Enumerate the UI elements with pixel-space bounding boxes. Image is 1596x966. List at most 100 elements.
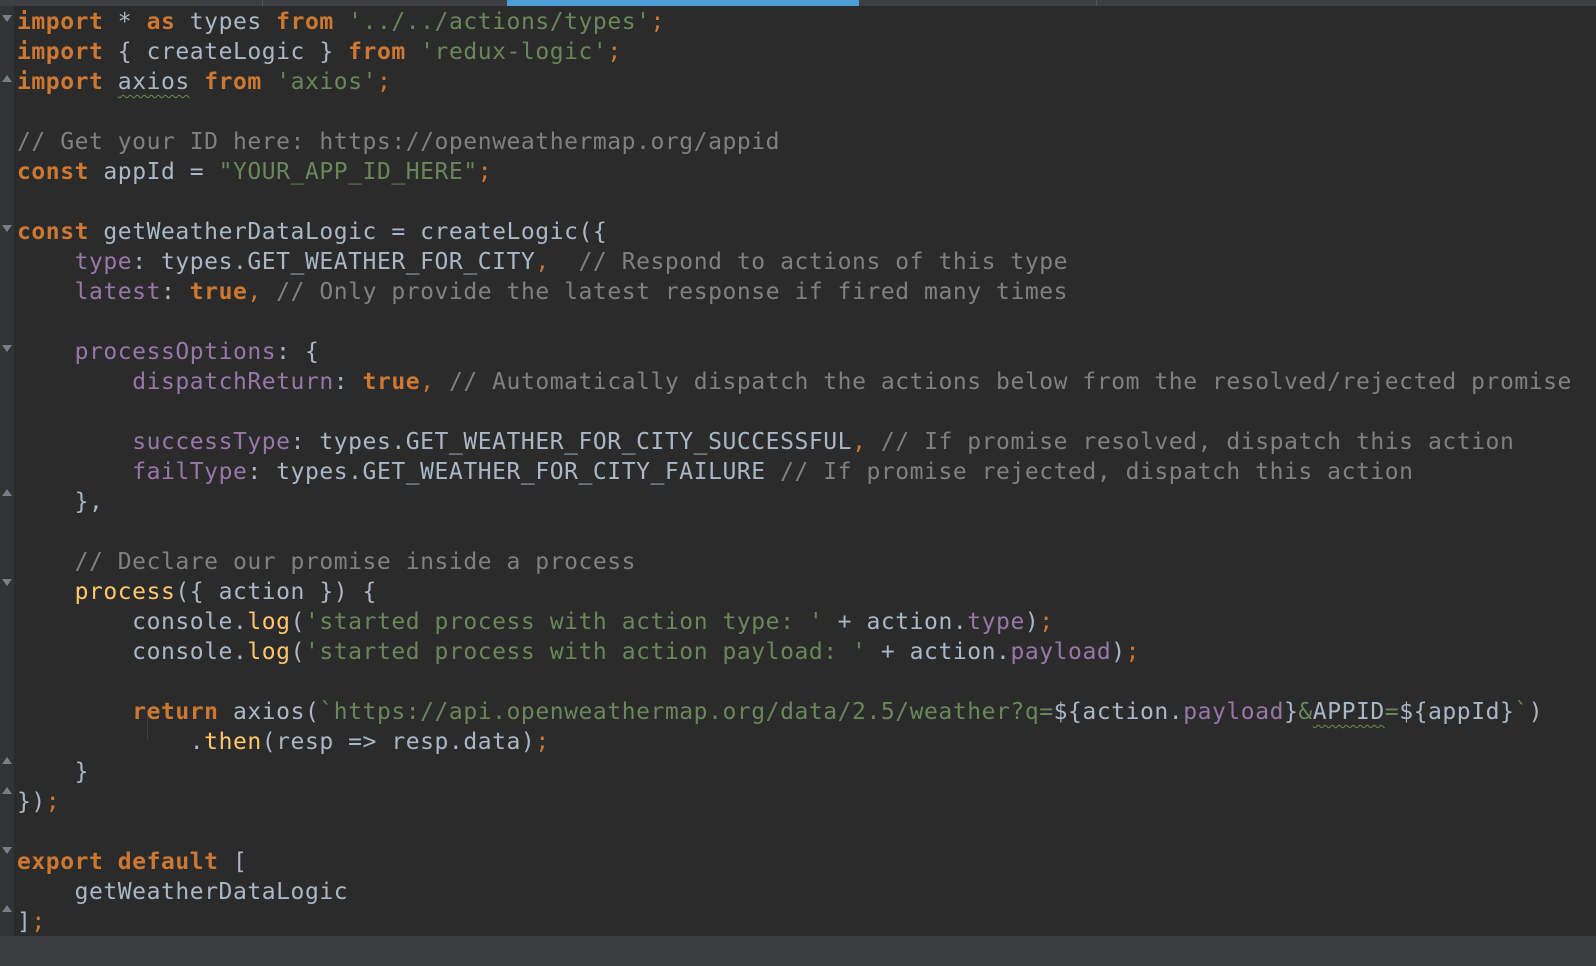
keyword-token: from [204,69,262,95]
code-line[interactable] [17,187,1572,217]
identifier-token [103,69,117,95]
code-text-area[interactable]: import * as types from '../../actions/ty… [17,7,1572,937]
code-line[interactable]: }, [17,487,1572,517]
tab-separator [1096,0,1097,6]
punctuation-token: ; [1039,609,1054,635]
punctuation-token: ; [376,69,392,95]
code-line[interactable]: const getWeatherDataLogic = createLogic(… [17,217,1572,247]
property-token: payload [1010,639,1112,665]
fold-start-icon[interactable] [2,225,12,232]
code-line[interactable]: getWeatherDataLogic [17,877,1572,907]
identifier-token: ) [1528,699,1544,725]
comment-token: // If promise rejected, dispatch this ac… [780,459,1414,485]
code-line[interactable]: latest: true, // Only provide the latest… [17,277,1572,307]
keyword-token: return [132,699,219,725]
identifier-token: : [160,279,190,305]
identifier-token: } [1283,699,1299,725]
punctuation-token: ; [1125,639,1141,665]
code-line[interactable]: // Declare our promise inside a process [17,547,1572,577]
identifier-token: + action. [823,609,968,635]
code-line[interactable] [17,397,1572,427]
code-line[interactable] [17,667,1572,697]
identifier-token: } [17,759,89,785]
code-line[interactable]: console.log('started process with action… [17,637,1572,667]
fold-end-icon[interactable] [2,905,12,912]
code-line[interactable]: import { createLogic } from 'redux-logic… [17,37,1572,67]
function-token: then [204,729,262,755]
identifier-token [103,849,117,875]
code-line[interactable]: process({ action }) { [17,577,1572,607]
code-line[interactable]: processOptions: { [17,337,1572,367]
identifier-token [262,279,276,305]
identifier-token: ${appId} [1399,699,1515,725]
code-line[interactable]: console.log('started process with action… [17,607,1572,637]
identifier-token: console. [17,609,248,635]
code-line[interactable]: type: types.GET_WEATHER_FOR_CITY, // Res… [17,247,1572,277]
code-line[interactable] [17,307,1572,337]
code-line[interactable]: }); [17,787,1572,817]
fold-start-icon[interactable] [2,847,12,854]
active-tab-indicator[interactable] [507,0,859,6]
punctuation-token: , [420,369,435,395]
property-token: failType [132,459,248,485]
code-line[interactable]: ]; [17,907,1572,937]
code-line[interactable]: import * as types from '../../actions/ty… [17,7,1572,37]
fold-end-icon[interactable] [2,489,12,496]
punctuation-token: ; [31,909,46,935]
punctuation-token: ; [535,729,550,755]
keyword-token: true [362,369,421,395]
code-line[interactable] [17,97,1572,127]
code-line[interactable] [17,517,1572,547]
identifier-token: . [17,729,205,755]
keyword-token: import [17,9,104,35]
comment-token: // Automatically dispatch the actions be… [448,369,1572,395]
identifier-token: : types.GET_WEATHER_FOR_CITY [132,249,536,275]
identifier-token: axios( [218,699,320,725]
comment-token: // Respond to actions of this type [578,249,1069,275]
comment-token: // Get your ID here: https://openweather… [17,129,781,155]
identifier-token [334,9,348,35]
punctuation-token: , [535,249,550,275]
punctuation-token: ; [607,39,622,65]
code-line[interactable] [17,817,1572,847]
identifier-token [17,339,75,365]
template-string-token: = [1384,699,1400,725]
code-line[interactable]: return axios(`https://api.openweathermap… [17,697,1572,727]
keyword-token: from [348,39,406,65]
identifier-token [866,429,880,455]
identifier-token: getWeatherDataLogic = createLogic({ [89,219,608,245]
code-line[interactable]: failType: types.GET_WEATHER_FOR_CITY_FAI… [17,457,1572,487]
code-line[interactable]: .then(resp => resp.data); [17,727,1572,757]
tab-separator [262,0,263,6]
identifier-token [435,369,449,395]
property-token: type [967,609,1025,635]
editor-gutter[interactable] [0,6,14,936]
fold-start-icon[interactable] [2,15,12,22]
identifier-token: getWeatherDataLogic [17,879,349,905]
editor-tab-bar[interactable] [0,0,1596,6]
editor-bottom-bar [0,936,1596,966]
fold-start-icon[interactable] [2,345,12,352]
identifier-token [190,69,204,95]
code-line[interactable]: const appId = "YOUR_APP_ID_HERE"; [17,157,1572,187]
code-editor[interactable]: import * as types from '../../actions/ty… [0,0,1596,966]
code-line[interactable]: import axios from 'axios'; [17,67,1572,97]
code-line[interactable]: } [17,757,1572,787]
fold-end-icon[interactable] [2,757,12,764]
identifier-token [17,369,132,395]
fold-start-icon[interactable] [2,579,12,586]
identifier-token: ({ action }) { [175,579,377,605]
fold-end-icon[interactable] [2,787,12,794]
identifier-token [17,279,75,305]
identifier-token: console. [17,639,248,665]
code-line[interactable]: dispatchReturn: true, // Automatically d… [17,367,1572,397]
keyword-token: default [117,849,219,875]
string-token: 'started process with action payload: ' [304,639,867,665]
code-line[interactable]: export default [ [17,847,1572,877]
code-line[interactable]: // Get your ID here: https://openweather… [17,127,1572,157]
identifier-token: ) [1024,609,1040,635]
keyword-token: export [17,849,104,875]
fold-end-icon[interactable] [2,75,12,82]
code-line[interactable]: successType: types.GET_WEATHER_FOR_CITY_… [17,427,1572,457]
identifier-token: }, [17,489,104,515]
